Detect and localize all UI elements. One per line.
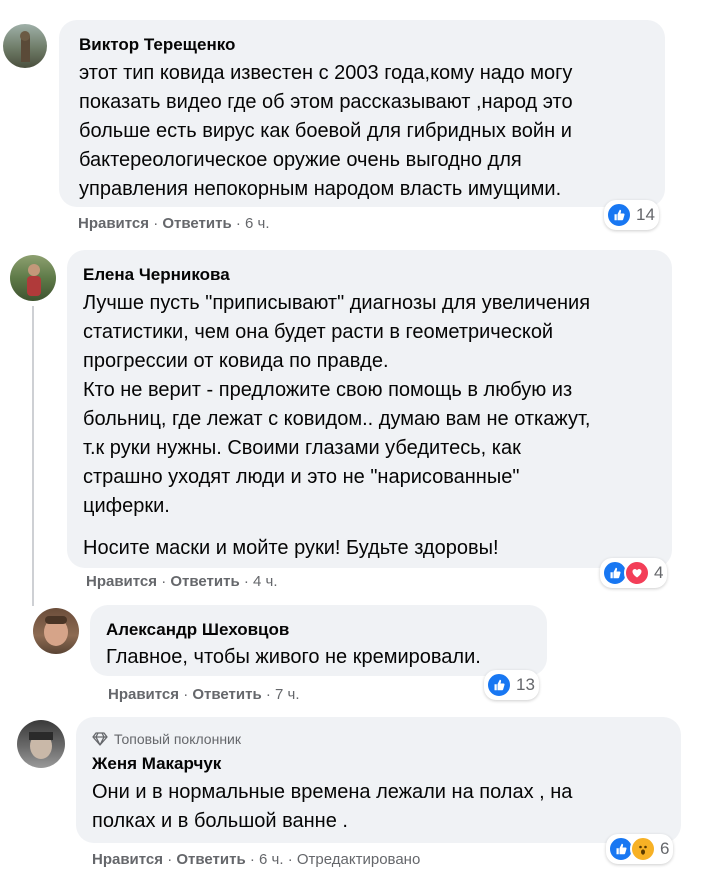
avatar[interactable] [33, 608, 79, 654]
separator: · [183, 686, 193, 703]
comment-bubble: Елена Черникова Лучше пусть "приписывают… [67, 250, 672, 568]
author-name[interactable]: Александр Шеховцов [106, 619, 531, 641]
reaction-count: 14 [636, 205, 655, 224]
avatar[interactable] [3, 24, 47, 68]
reaction-count: 6 [660, 839, 670, 858]
avatar-image [27, 264, 41, 296]
comment-actions: Нравится · Ответить · 6 ч. · Отредактиро… [92, 851, 420, 868]
like-button[interactable]: Нравится [108, 686, 179, 703]
thread-line [32, 306, 34, 606]
avatar-image [20, 31, 30, 62]
comment-actions: Нравится · Ответить · 6 ч. [78, 215, 270, 232]
comment-actions: Нравится · Ответить · 4 ч. [86, 573, 278, 590]
separator: · [249, 851, 260, 868]
comment-bubble: Александр Шеховцов Главное, чтобы живого… [90, 605, 547, 676]
separator: · [243, 573, 254, 590]
timestamp[interactable]: 6 ч. [259, 851, 284, 868]
reactions-summary[interactable]: 14 [604, 200, 659, 230]
reactions-summary[interactable]: 13 [484, 670, 539, 700]
like-button[interactable]: Нравится [86, 573, 157, 590]
comment-text: Лучше пусть "приписывают" диагнозы для у… [83, 292, 591, 517]
reaction-count: 13 [516, 675, 535, 694]
author-name[interactable]: Виктор Терещенко [79, 34, 649, 56]
edited-label[interactable]: Отредактировано [297, 851, 420, 868]
avatar-image [29, 732, 53, 759]
separator: · [235, 215, 246, 232]
like-icon [486, 672, 512, 698]
author-name[interactable]: Женя Макарчук [92, 753, 665, 775]
comment-bubble: Топовый поклонник Женя Макарчук Они и в … [76, 717, 681, 843]
reactions-summary[interactable]: 6 [606, 834, 674, 864]
separator: · [265, 686, 276, 703]
reply-button[interactable]: Ответить [176, 851, 245, 868]
comment-text: Главное, чтобы живого не кремировали. [106, 646, 481, 668]
wow-icon [630, 836, 656, 862]
top-fan-badge[interactable]: Топовый поклонник [92, 729, 665, 749]
timestamp[interactable]: 6 ч. [245, 215, 270, 232]
separator: · [153, 215, 163, 232]
separator: · [167, 851, 177, 868]
author-name[interactable]: Елена Черникова [83, 264, 656, 286]
reply-button[interactable]: Ответить [170, 573, 239, 590]
comment-text: Они и в нормальные времена лежали на пол… [92, 781, 573, 832]
timestamp[interactable]: 4 ч. [253, 573, 278, 590]
avatar[interactable] [10, 255, 56, 301]
reaction-count: 4 [654, 563, 664, 582]
comment-actions: Нравится · Ответить · 7 ч. [108, 686, 300, 703]
reply-button[interactable]: Ответить [162, 215, 231, 232]
separator: · [287, 851, 297, 868]
like-icon [606, 202, 632, 228]
comment-text: этот тип ковида известен с 2003 года,ком… [79, 62, 573, 200]
like-button[interactable]: Нравится [92, 851, 163, 868]
timestamp[interactable]: 7 ч. [275, 686, 300, 703]
avatar[interactable] [17, 720, 65, 768]
comment-text-paragraph: Носите маски и мойте руки! Будьте здоров… [83, 537, 499, 559]
reactions-summary[interactable]: 4 [600, 558, 668, 588]
reply-button[interactable]: Ответить [192, 686, 261, 703]
love-icon [624, 560, 650, 586]
diamond-icon [92, 732, 108, 746]
avatar-image [44, 616, 68, 646]
comment-bubble: Виктор Терещенко этот тип ковида известе… [59, 20, 665, 207]
separator: · [161, 573, 171, 590]
like-button[interactable]: Нравится [78, 215, 149, 232]
badge-label: Топовый поклонник [114, 731, 241, 747]
